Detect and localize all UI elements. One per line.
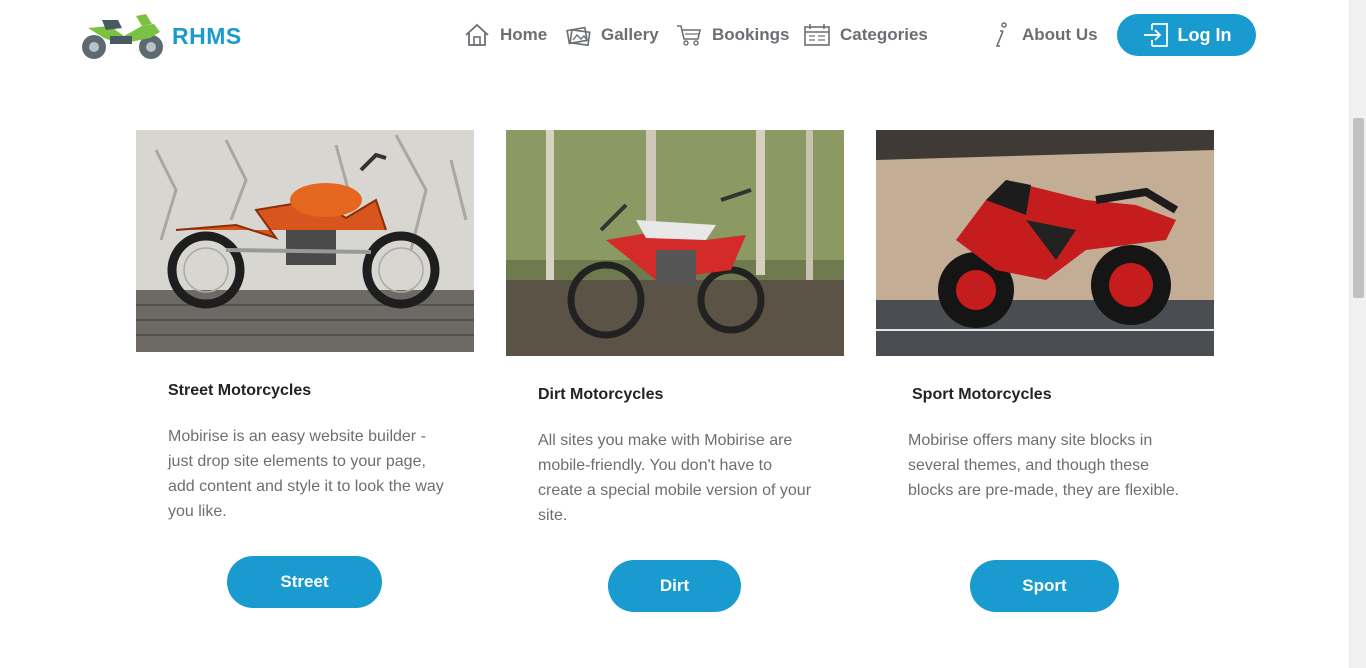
nav-about-us-label: About Us [1022, 25, 1098, 44]
login-button-label: Log In [1177, 24, 1232, 45]
street-button[interactable]: Street [227, 556, 382, 608]
cart-icon [677, 25, 701, 46]
navbar: RHMS Home Gallery Bookings Categories Ab… [0, 0, 1349, 68]
nav-home-label: Home [500, 25, 548, 44]
nav-gallery[interactable]: Gallery [565, 19, 659, 51]
nav-categories-label: Categories [840, 25, 928, 44]
nav-about-us[interactable]: About Us [990, 19, 1098, 51]
login-icon [1143, 23, 1168, 47]
brand[interactable]: RHMS [80, 10, 241, 60]
card-title-street: Street Motorcycles [168, 382, 312, 399]
street-motorcycle-photo [136, 130, 474, 352]
card-text-dirt: All sites you make with Mobirise are mob… [538, 432, 812, 524]
card-title-sport: Sport Motorcycles [912, 386, 1052, 403]
card-title-dirt: Dirt Motorcycles [538, 386, 664, 403]
sport-motorcycle-photo [876, 130, 1214, 356]
gallery-icon [566, 26, 591, 47]
brand-name: RHMS [172, 23, 242, 49]
scrollbar-thumb[interactable] [1353, 118, 1364, 298]
sport-button[interactable]: Sport [970, 560, 1119, 612]
login-button[interactable]: Log In [1117, 14, 1256, 56]
dirt-button[interactable]: Dirt [608, 560, 741, 612]
nav-gallery-label: Gallery [601, 25, 659, 44]
nav-bookings[interactable]: Bookings [676, 19, 789, 51]
calendar-icon [804, 24, 830, 46]
nav-home[interactable]: Home [464, 19, 547, 51]
card-text-street: Mobirise is an easy website builder - ju… [168, 428, 444, 520]
nav-categories[interactable]: Categories [804, 19, 928, 51]
card-text-sport: Mobirise offers many site blocks in seve… [908, 432, 1180, 499]
vertical-scrollbar[interactable] [1349, 0, 1366, 668]
info-icon [995, 22, 1007, 47]
motorcycle-icon [82, 14, 163, 59]
home-icon [465, 23, 489, 46]
nav-bookings-label: Bookings [712, 25, 790, 44]
dirt-motorcycle-photo [506, 130, 844, 356]
